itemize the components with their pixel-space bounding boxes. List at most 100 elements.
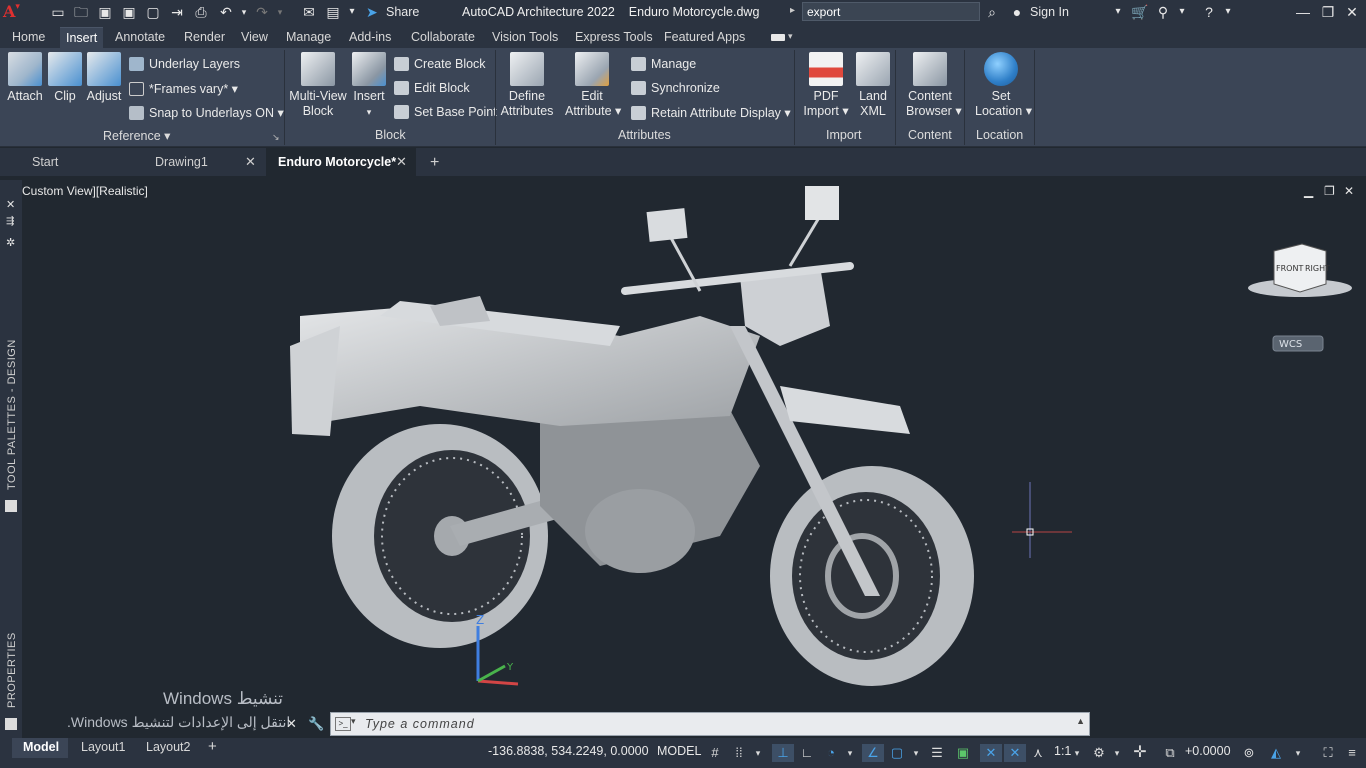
doc-tab-enduro-motorcycle[interactable]: Enduro Motorcycle*	[266, 148, 416, 176]
cart-icon[interactable]: 🛒	[1131, 4, 1148, 20]
app-store-dropdown-icon[interactable]: ▾	[1174, 4, 1190, 20]
tab-view[interactable]: View	[241, 30, 268, 44]
redo-icon[interactable]: ↷	[254, 4, 270, 20]
annotation-monitor-icon[interactable]: ✛	[1130, 744, 1150, 762]
recent-commands-icon[interactable]: ▾	[351, 716, 356, 727]
doc-tab-start[interactable]: Start	[20, 148, 140, 176]
object-snap-icon[interactable]: ▢	[886, 744, 908, 762]
new-tab-icon[interactable]: +	[430, 154, 439, 172]
viewport-restore-icon[interactable]: ❐	[1324, 184, 1335, 198]
viewcube-front-label[interactable]: FRONT	[1276, 264, 1303, 273]
clip-button[interactable]: Clip	[47, 52, 83, 104]
export-icon[interactable]: ⇥	[169, 4, 185, 20]
polar-dropdown-icon[interactable]: ▾	[844, 744, 856, 762]
viewport-close-icon[interactable]: ✕	[1344, 184, 1354, 198]
polar-tracking-icon[interactable]: ◔	[820, 744, 842, 762]
minimize-icon[interactable]: —	[1295, 4, 1311, 20]
workspace-gear-icon[interactable]: ⚙	[1089, 744, 1109, 762]
frames-vary-dropdown[interactable]: *Frames vary* ▾	[129, 80, 238, 98]
layout-tab-layout2[interactable]: Layout2	[146, 740, 190, 754]
hardware-acceleration-icon[interactable]: ◭	[1266, 744, 1286, 762]
ribbon-minimize-dropdown-icon[interactable]: ▾	[788, 31, 793, 42]
viewport-minimize-icon[interactable]: ▁	[1304, 184, 1313, 198]
document-icon[interactable]: ▤	[325, 4, 341, 20]
layout-tab-model[interactable]: Model	[23, 740, 59, 754]
tab-featured-apps[interactable]: Featured Apps	[664, 30, 745, 44]
edit-block-button[interactable]: Edit Block	[394, 79, 470, 97]
synchronize-button[interactable]: Synchronize	[631, 79, 720, 97]
customization-menu-icon[interactable]: ≡	[1342, 744, 1362, 762]
isolate-objects-icon[interactable]: ⊚	[1240, 744, 1258, 762]
command-prompt-icon[interactable]: >_	[335, 717, 351, 731]
add-layout-icon[interactable]: +	[208, 738, 217, 755]
coordinates-readout[interactable]: -136.8838, 534.2249, 0.0000	[488, 744, 649, 758]
define-attributes-button[interactable]: Define Attributes	[499, 52, 555, 119]
new-file-icon[interactable]: ▭	[50, 4, 66, 20]
search-input[interactable]: export	[802, 2, 980, 21]
search-icon[interactable]: ⌕	[984, 4, 1000, 20]
share-icon[interactable]: ➤	[366, 4, 378, 21]
annotation-scale-icon[interactable]: ⋏	[1029, 744, 1047, 762]
tab-add-ins[interactable]: Add-ins	[349, 30, 391, 44]
insert-block-button[interactable]: Insert ▾	[351, 52, 387, 120]
command-history-icon[interactable]: ▲	[1076, 716, 1085, 726]
annotation-scale-value[interactable]: 1:1	[1054, 744, 1071, 758]
snap-mode-icon[interactable]: ⁞⁞	[730, 744, 748, 762]
wcs-label[interactable]: WCS	[1279, 339, 1302, 350]
adjust-button[interactable]: Adjust	[84, 52, 124, 104]
viewport-controls-label[interactable]: [−][Custom View][Realistic]	[5, 184, 148, 198]
elevation-icon[interactable]: ⧉	[1160, 744, 1180, 762]
palette-tab-icon[interactable]	[5, 500, 17, 512]
sign-in-dropdown-icon[interactable]: ▾	[1110, 4, 1126, 20]
manage-attributes-button[interactable]: Manage	[631, 55, 696, 73]
ribbon-minimize-icon[interactable]	[771, 34, 785, 41]
close-tab-icon[interactable]: ✕	[245, 154, 256, 170]
help-dropdown-icon[interactable]: ▾	[1220, 4, 1236, 20]
edit-attribute-button[interactable]: Edit Attribute ▾	[565, 52, 621, 119]
elevation-offset-value[interactable]: +0.0000	[1185, 744, 1231, 758]
redo-dropdown-icon[interactable]: ▾	[272, 4, 288, 20]
scale-dropdown-icon[interactable]: ▾	[1071, 744, 1083, 762]
annotation-visibility-icon[interactable]: ✕	[980, 744, 1002, 762]
lineweight-icon[interactable]: ☰	[928, 744, 946, 762]
commandline-close-icon[interactable]: ✕	[286, 716, 297, 732]
pdf-import-button[interactable]: PDF Import ▾	[803, 52, 849, 119]
tab-manage[interactable]: Manage	[286, 30, 331, 44]
set-base-point-button[interactable]: Set Base Point	[394, 103, 497, 121]
hardware-dropdown-icon[interactable]: ▾	[1292, 744, 1304, 762]
search-expand-icon[interactable]: ▸	[790, 5, 795, 16]
set-location-button[interactable]: Set Location ▾	[975, 52, 1032, 119]
underlay-layers-button[interactable]: Underlay Layers	[129, 55, 240, 73]
create-block-button[interactable]: Create Block	[394, 55, 486, 73]
object-snap-dropdown-icon[interactable]: ▾	[910, 744, 922, 762]
attach-button[interactable]: Attach	[4, 52, 46, 104]
user-icon[interactable]: ●	[1009, 4, 1025, 20]
auto-scale-icon[interactable]: ✕	[1004, 744, 1026, 762]
transparency-icon[interactable]: ▣	[954, 744, 972, 762]
open-web-icon[interactable]: ▢	[145, 4, 161, 20]
retain-attribute-display-dropdown[interactable]: Retain Attribute Display ▾	[631, 104, 791, 122]
drawing-viewport[interactable]: FRONT RIGHT WCS Z Y	[0, 176, 1366, 738]
command-input[interactable]: Type a command	[365, 717, 475, 731]
tab-vision-tools[interactable]: Vision Tools	[492, 30, 558, 44]
open-folder-icon[interactable]: 🗀	[73, 4, 89, 20]
tab-insert[interactable]: Insert	[60, 27, 104, 49]
tab-home[interactable]: Home	[12, 30, 45, 44]
palette-autohide-icon[interactable]: ⇶	[6, 216, 14, 227]
app-store-icon[interactable]: ⚲	[1155, 4, 1171, 20]
workspace-dropdown-icon[interactable]: ▾	[1111, 744, 1123, 762]
isodraft-icon[interactable]: ∠	[862, 744, 884, 762]
close-icon[interactable]: ✕	[1344, 4, 1360, 20]
print-icon[interactable]: ⎙	[193, 4, 209, 20]
workspace-icon[interactable]: ✉	[301, 4, 317, 20]
restore-icon[interactable]: ❐	[1320, 4, 1336, 20]
panel-title-reference[interactable]: Reference ▾	[103, 128, 170, 143]
snap-underlays-dropdown[interactable]: Snap to Underlays ON ▾	[129, 104, 284, 122]
command-line[interactable]: >_ ▾ Type a command ▲	[330, 712, 1090, 736]
model-space-toggle[interactable]: MODEL	[657, 744, 701, 758]
viewcube-right-label[interactable]: RIGHT	[1305, 264, 1330, 273]
properties-title[interactable]: PROPERTIES	[6, 632, 18, 708]
properties-tab-icon[interactable]	[5, 718, 17, 730]
commandline-customize-icon[interactable]: 🔧	[308, 716, 324, 732]
app-logo[interactable]: A▾	[3, 2, 33, 22]
